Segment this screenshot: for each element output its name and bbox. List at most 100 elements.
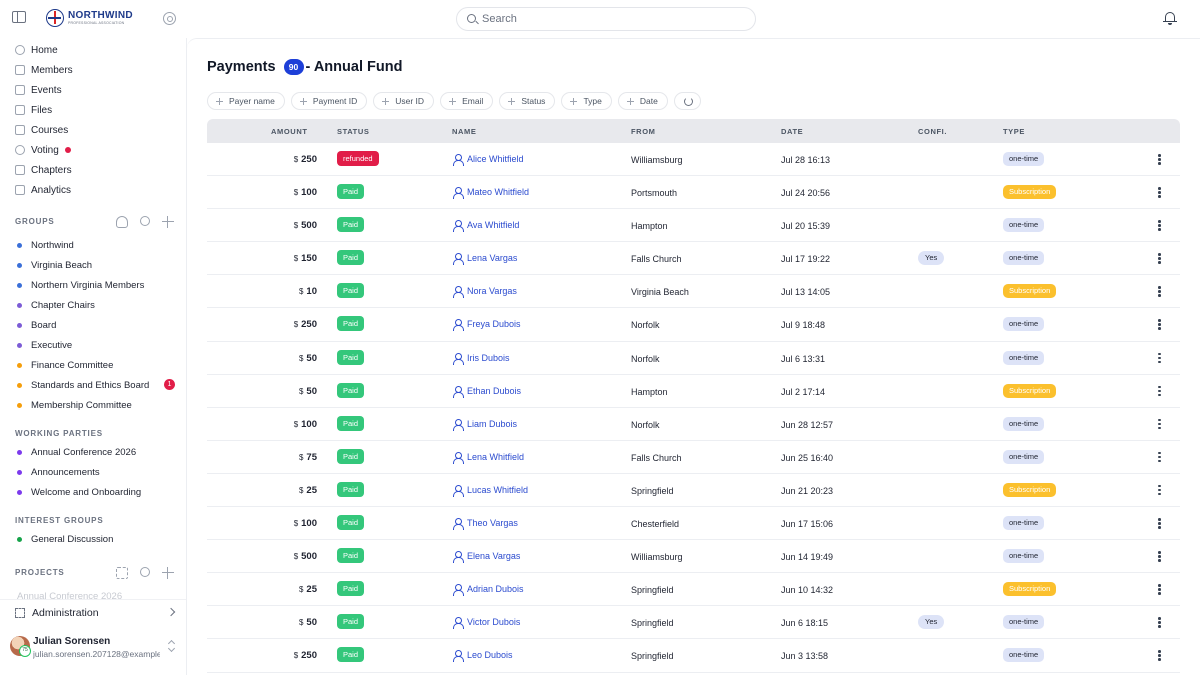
table-row[interactable]: $250 Paid Freya Dubois Norfolk Jul 9 18:48 on… (207, 308, 1180, 342)
group-item[interactable]: Membership Committee (17, 398, 132, 412)
more-options-icon[interactable] (1158, 187, 1161, 198)
column-header-date[interactable]: DATE (781, 127, 803, 136)
group-item[interactable]: Standards and Ethics Board (17, 378, 149, 392)
table-row[interactable]: $150 Paid Lena Vargas Falls Church Jul 17 19… (207, 242, 1180, 276)
filter-status[interactable]: Status (499, 92, 556, 110)
more-options-icon[interactable] (1158, 484, 1161, 496)
payer-link[interactable]: Iris Dubois (453, 352, 510, 365)
table-row[interactable]: $10 Paid Nora Vargas Virginia Beach Jul 13 1… (207, 275, 1180, 309)
group-label: Northwind (31, 239, 74, 251)
payer-link[interactable]: Ava Whitfield (453, 220, 519, 233)
column-header-amount[interactable]: AMOUNT (271, 127, 308, 136)
more-options-icon[interactable] (1158, 418, 1161, 430)
column-header-type[interactable]: TYPE (1003, 127, 1025, 136)
sidebar-item-analytics[interactable]: Analytics (15, 182, 71, 198)
search-input[interactable]: Search (456, 7, 756, 31)
working-party-item[interactable]: Welcome and Onboarding (17, 485, 141, 499)
column-header-status[interactable]: STATUS (337, 127, 370, 136)
search-icon[interactable] (140, 216, 150, 226)
sidebar-item-courses[interactable]: Courses (15, 122, 68, 138)
sidebar-toggle-icon[interactable] (12, 11, 26, 23)
sidebar-item-events[interactable]: Events (15, 82, 62, 98)
payer-link[interactable]: Leo Dubois (453, 650, 513, 663)
hierarchy-icon[interactable] (116, 567, 128, 579)
payer-link[interactable]: Nora Vargas (453, 286, 517, 299)
sidebar-item-voting[interactable]: Voting (15, 142, 71, 158)
table-row[interactable]: $100 Paid Mateo Whitfield Portsmouth Jul 24 … (207, 176, 1180, 210)
interest-group-item[interactable]: General Discussion (17, 532, 113, 546)
column-header-name[interactable]: NAME (452, 127, 476, 136)
column-header-from[interactable]: FROM (631, 127, 655, 136)
group-item[interactable]: Board (17, 318, 56, 332)
working-party-item[interactable]: Announcements (17, 465, 100, 479)
table-row[interactable]: $250 refunded Alice Whitfield Williamsburg J… (207, 143, 1180, 177)
payer-link[interactable]: Victor Dubois (453, 617, 520, 630)
payer-link[interactable]: Lena Whitfield (453, 451, 524, 464)
filter-date[interactable]: Date (617, 92, 668, 110)
filter-user-id[interactable]: User ID (373, 92, 435, 110)
filter-payer-name[interactable]: Payer name (207, 92, 285, 110)
table-row[interactable]: $25 Paid Adrian Dubois Springfield Jun 10 14… (207, 573, 1180, 607)
table-row[interactable]: $500 Paid Elena Vargas Williamsburg Jun 14 1… (207, 540, 1180, 574)
search-icon[interactable] (140, 567, 150, 577)
sidebar-item-files[interactable]: Files (15, 102, 52, 118)
bell-icon[interactable] (1163, 11, 1177, 25)
payer-link[interactable]: Ethan Dubois (453, 385, 521, 398)
brand-logo[interactable]: NORTHWIND PROFESSIONAL ASSOCIATION (46, 9, 133, 27)
table-row[interactable]: $500 Paid Ava Whitfield Hampton Jul 20 15:39… (207, 209, 1180, 243)
group-item[interactable]: Finance Committee (17, 358, 113, 372)
gear-icon[interactable] (163, 12, 176, 25)
add-icon[interactable] (162, 216, 174, 228)
more-options-icon[interactable] (1158, 385, 1161, 397)
more-options-icon[interactable] (1158, 551, 1161, 562)
more-options-icon[interactable] (1158, 319, 1161, 330)
table-row[interactable]: $50 Paid Iris Dubois Norfolk Jul 6 13:31 one-… (207, 342, 1180, 375)
sidebar-item-members[interactable]: Members (15, 62, 73, 78)
payer-link[interactable]: Elena Vargas (453, 551, 520, 564)
column-header-confi[interactable]: CONFI. (918, 127, 947, 136)
table-row[interactable]: $250 Paid Leo Dubois Springfield Jun 3 13:58… (207, 639, 1180, 673)
filter-payment-id[interactable]: Payment ID (290, 92, 368, 110)
working-party-item[interactable]: Annual Conference 2026 (17, 445, 136, 459)
more-options-icon[interactable] (1158, 650, 1161, 661)
more-options-icon[interactable] (1158, 451, 1161, 463)
filter-type[interactable]: Type (561, 92, 612, 110)
more-options-icon[interactable] (1158, 584, 1161, 595)
payer-link[interactable]: Liam Dubois (453, 418, 517, 431)
from-cell: Norfolk (631, 419, 660, 430)
table-row[interactable]: $75 Paid Lena Whitfield Falls Church Jun 25 … (207, 441, 1180, 474)
group-item[interactable]: Northern Virginia Members (17, 278, 144, 292)
table-row[interactable]: $25 Paid Lucas Whitfield Springfield Jun 21 … (207, 474, 1180, 508)
payer-link[interactable]: Alice Whitfield (453, 154, 524, 166)
more-options-icon[interactable] (1158, 154, 1161, 165)
more-options-icon[interactable] (1158, 220, 1161, 231)
payer-link[interactable]: Adrian Dubois (453, 584, 524, 597)
filter-email[interactable]: Email (440, 92, 494, 110)
table-row[interactable]: $50 Paid Ethan Dubois Hampton Jul 2 17:14 Sub… (207, 375, 1180, 408)
table-row[interactable]: $100 Paid Liam Dubois Norfolk Jun 28 12:57 on… (207, 408, 1180, 441)
user-menu[interactable]: 75 Julian Sorensen julian.sorensen.20712… (0, 628, 186, 675)
payer-link[interactable]: Theo Vargas (453, 518, 518, 531)
sidebar-item-chapters[interactable]: Chapters (15, 162, 72, 178)
members-icon[interactable] (116, 216, 128, 228)
payer-link[interactable]: Lucas Whitfield (453, 484, 528, 497)
more-options-icon[interactable] (1158, 617, 1161, 628)
refresh-icon[interactable] (673, 92, 701, 110)
table-row[interactable]: $50 Paid Victor Dubois Springfield Jun 6 18:… (207, 606, 1180, 640)
payer-link[interactable]: Lena Vargas (453, 253, 517, 266)
group-item[interactable]: Chapter Chairs (17, 298, 95, 312)
payer-link[interactable]: Freya Dubois (453, 319, 521, 332)
more-options-icon[interactable] (1158, 352, 1161, 364)
administration-button[interactable]: Administration (0, 599, 186, 626)
more-options-icon[interactable] (1158, 518, 1161, 529)
table-row[interactable]: $100 Paid Theo Vargas Chesterfield Jun 17 15… (207, 507, 1180, 541)
more-options-icon[interactable] (1158, 286, 1161, 297)
payer-link[interactable]: Mateo Whitfield (453, 187, 529, 200)
group-item[interactable]: Virginia Beach (17, 258, 92, 272)
group-item[interactable]: Executive (17, 338, 72, 352)
add-icon[interactable] (162, 567, 174, 579)
group-item[interactable]: Northwind (17, 238, 74, 252)
more-options-icon[interactable] (1158, 253, 1161, 264)
chevron-updown-icon[interactable] (168, 640, 176, 652)
sidebar-item-home[interactable]: Home (15, 42, 58, 58)
